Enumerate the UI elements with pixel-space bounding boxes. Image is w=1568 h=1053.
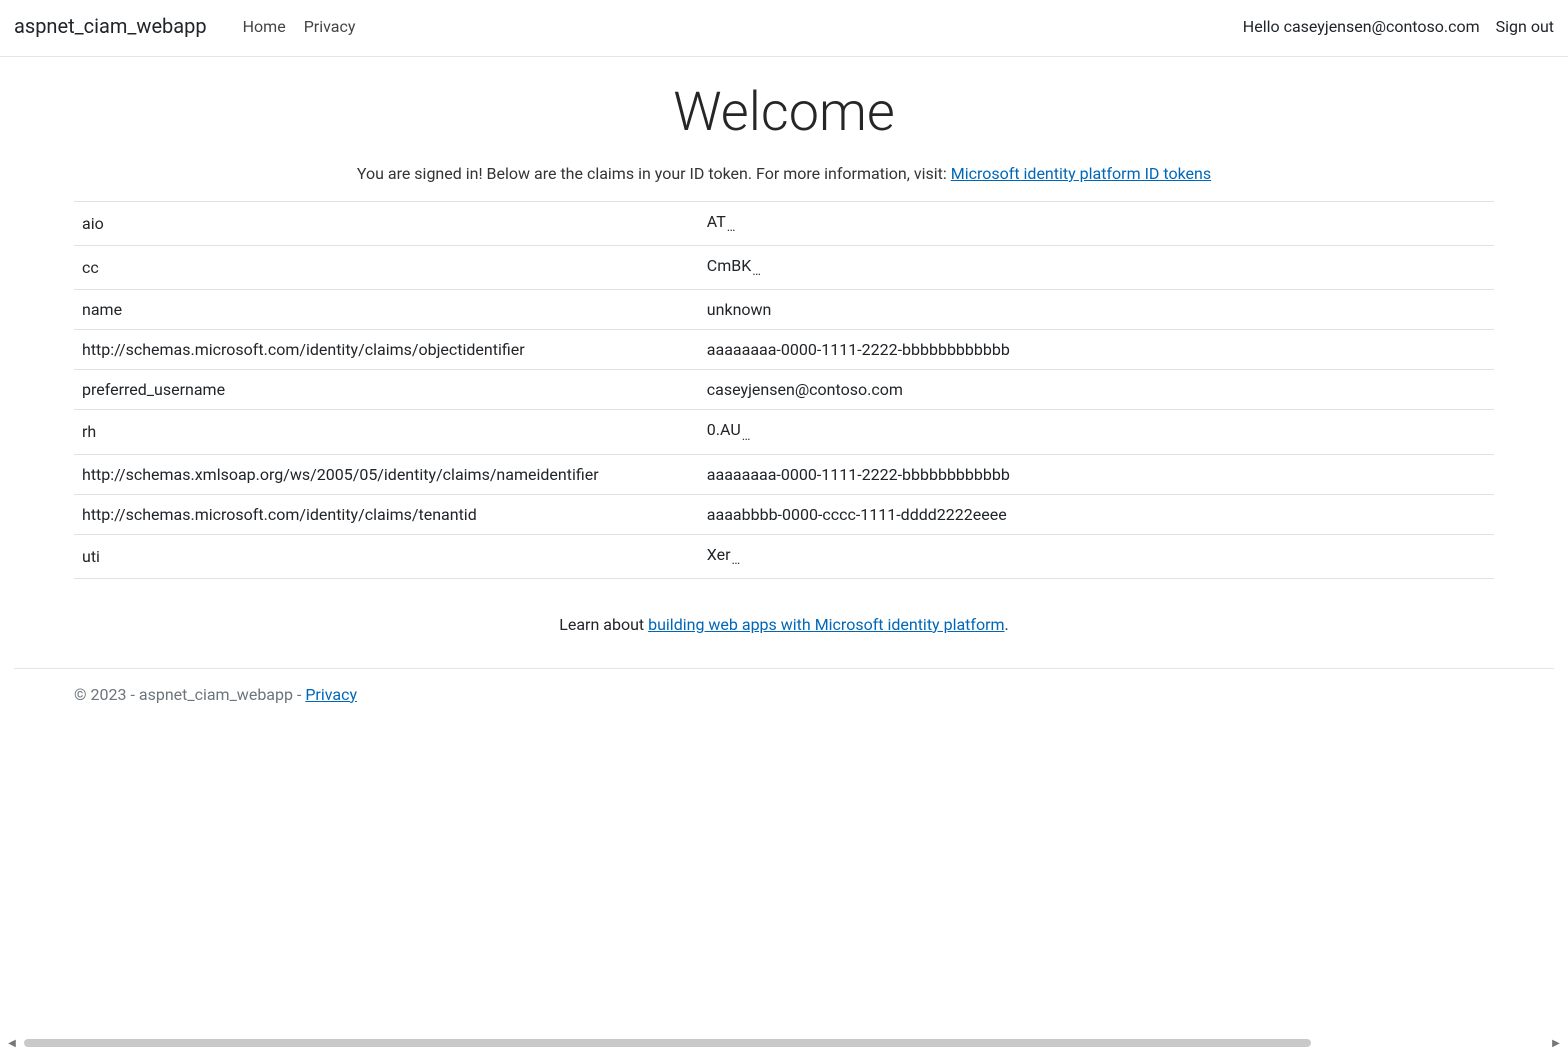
ellipsis-icon: … — [741, 429, 751, 444]
horizontal-scrollbar[interactable]: ◀ ▶ — [6, 1037, 1562, 1049]
intro-prefix: You are signed in! Below are the claims … — [357, 164, 951, 183]
nav-right: Hello caseyjensen@contoso.com Sign out — [1243, 17, 1554, 36]
claim-key: http://schemas.xmlsoap.org/ws/2005/05/id… — [74, 454, 699, 494]
table-row: http://schemas.microsoft.com/identity/cl… — [74, 330, 1494, 370]
intro-text: You are signed in! Below are the claims … — [14, 164, 1554, 183]
scrollbar-track[interactable] — [18, 1038, 1550, 1048]
table-row: utiXer… — [74, 534, 1494, 578]
ellipsis-icon: … — [751, 264, 761, 279]
footer-text: © 2023 - aspnet_ciam_webapp - Privacy — [74, 675, 1494, 704]
table-row: ccCmBK… — [74, 246, 1494, 290]
table-row: http://schemas.microsoft.com/identity/cl… — [74, 494, 1494, 534]
claim-value: unknown — [699, 290, 1494, 330]
learn-suffix: . — [1005, 615, 1009, 634]
claim-key: http://schemas.microsoft.com/identity/cl… — [74, 330, 699, 370]
navbar: aspnet_ciam_webapp Home Privacy Hello ca… — [0, 0, 1568, 57]
claim-value: aaaabbbb-0000-cccc-1111-dddd2222eeee — [699, 494, 1494, 534]
claim-value: caseyjensen@contoso.com — [699, 370, 1494, 410]
claims-table-wrap: aioAT…ccCmBK…nameunknownhttp://schemas.m… — [14, 201, 1554, 579]
claim-key: http://schemas.microsoft.com/identity/cl… — [74, 494, 699, 534]
id-tokens-link[interactable]: Microsoft identity platform ID tokens — [951, 164, 1211, 183]
ellipsis-icon: … — [726, 220, 736, 235]
main-content: Welcome You are signed in! Below are the… — [0, 81, 1568, 634]
nav-privacy-link[interactable]: Privacy — [304, 17, 356, 36]
greeting-email: caseyjensen@contoso.com — [1284, 17, 1480, 36]
learn-text: Learn about building web apps with Micro… — [14, 615, 1554, 634]
learn-link[interactable]: building web apps with Microsoft identit… — [648, 615, 1004, 634]
claim-value: aaaaaaaa-0000-1111-2222-bbbbbbbbbbbb — [699, 454, 1494, 494]
claim-value: 0.AU… — [699, 410, 1494, 454]
claim-key: cc — [74, 246, 699, 290]
claims-tbody: aioAT…ccCmBK…nameunknownhttp://schemas.m… — [74, 202, 1494, 579]
scrollbar-thumb[interactable] — [24, 1039, 1311, 1047]
scroll-left-arrow-icon[interactable]: ◀ — [6, 1037, 18, 1049]
claim-value: aaaaaaaa-0000-1111-2222-bbbbbbbbbbbb — [699, 330, 1494, 370]
claim-key: rh — [74, 410, 699, 454]
claim-value: AT… — [699, 202, 1494, 246]
page-frame: aspnet_ciam_webapp Home Privacy Hello ca… — [0, 0, 1568, 724]
claim-value: CmBK… — [699, 246, 1494, 290]
claim-key: name — [74, 290, 699, 330]
table-row: nameunknown — [74, 290, 1494, 330]
footer-privacy-link[interactable]: Privacy — [305, 685, 357, 704]
greeting: Hello caseyjensen@contoso.com — [1243, 17, 1480, 36]
claim-key: preferred_username — [74, 370, 699, 410]
scroll-right-arrow-icon[interactable]: ▶ — [1550, 1037, 1562, 1049]
table-row: http://schemas.xmlsoap.org/ws/2005/05/id… — [74, 454, 1494, 494]
claim-value: Xer… — [699, 534, 1494, 578]
table-row: preferred_usernamecaseyjensen@contoso.co… — [74, 370, 1494, 410]
brand-link[interactable]: aspnet_ciam_webapp — [14, 14, 207, 38]
claim-key: aio — [74, 202, 699, 246]
nav-left: aspnet_ciam_webapp Home Privacy — [14, 14, 355, 38]
table-row: aioAT… — [74, 202, 1494, 246]
copyright: © 2023 - aspnet_ciam_webapp - — [74, 685, 305, 704]
claim-key: uti — [74, 534, 699, 578]
page-title: Welcome — [14, 81, 1554, 144]
signout-link[interactable]: Sign out — [1496, 17, 1554, 36]
footer: © 2023 - aspnet_ciam_webapp - Privacy — [14, 668, 1554, 724]
greeting-prefix: Hello — [1243, 17, 1284, 36]
ellipsis-icon: … — [731, 553, 741, 568]
learn-prefix: Learn about — [559, 615, 648, 634]
claims-table: aioAT…ccCmBK…nameunknownhttp://schemas.m… — [74, 201, 1494, 579]
nav-home-link[interactable]: Home — [243, 17, 286, 36]
table-row: rh0.AU… — [74, 410, 1494, 454]
